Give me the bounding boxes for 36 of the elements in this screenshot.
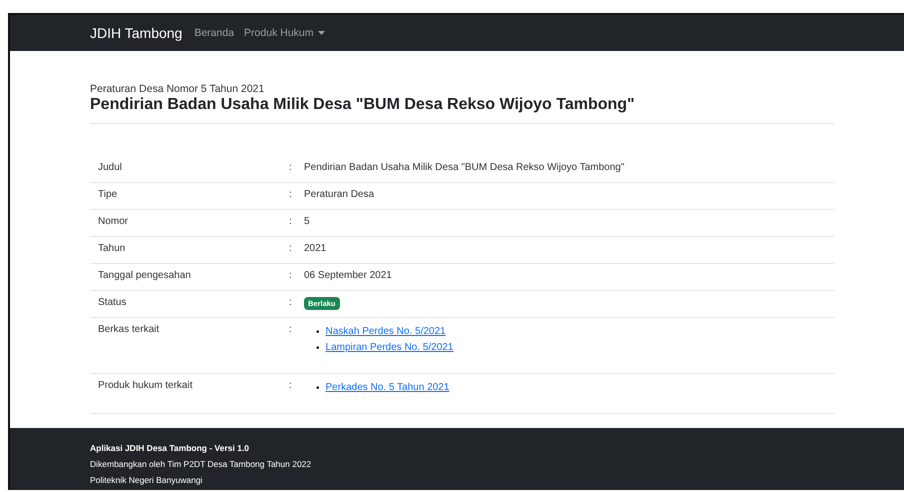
- field-label: Tanggal pengesahan: [98, 270, 192, 281]
- caret-icon: [318, 31, 324, 35]
- field-label: Judul: [98, 162, 123, 173]
- separator: :: [289, 216, 293, 227]
- footer-text: Politeknik Negeri Banyuwangi: [90, 474, 204, 487]
- field-label: Produk hukum terkait: [98, 380, 194, 391]
- document-link[interactable]: Naskah Perdes No. 5/2021: [326, 324, 446, 340]
- document-subtitle: Peraturan Desa Nomor 5 Tahun 2021: [90, 83, 266, 95]
- field-label: Status: [98, 297, 128, 308]
- separator: :: [289, 380, 293, 391]
- separator: :: [289, 270, 293, 281]
- brand-link[interactable]: JDIH Tambong: [90, 25, 182, 41]
- field-value: Peraturan Desa: [304, 189, 376, 200]
- separator: :: [289, 162, 293, 173]
- bullet: •: [316, 326, 320, 338]
- nav-link[interactable]: Beranda: [194, 27, 234, 39]
- footer-text: Dikembangkan oleh Tim P2DT Desa Tambong Tahun 2022: [90, 458, 312, 471]
- field-value: 5: [304, 216, 311, 227]
- field-label: Nomor: [98, 216, 130, 227]
- separator: :: [289, 243, 293, 254]
- separator: :: [289, 189, 293, 200]
- separator: :: [289, 297, 293, 308]
- field-value: Pendirian Badan Usaha Milik Desa "BUM Desa Rekso Wijoyo Tambong": [304, 162, 626, 173]
- document-link[interactable]: Perkades No. 5 Tahun 2021: [326, 380, 450, 396]
- bullet: •: [316, 342, 320, 354]
- bullet: •: [316, 382, 320, 394]
- document-link[interactable]: Lampiran Perdes No. 5/2021: [326, 340, 454, 356]
- field-label: Tipe: [98, 189, 118, 200]
- field-label: Tahun: [98, 243, 126, 254]
- nav-link[interactable]: Produk Hukum: [244, 27, 324, 39]
- field-value: 2021: [304, 243, 328, 254]
- field-value: 06 September 2021: [304, 270, 393, 281]
- footer-title: Aplikasi JDIH Desa Tambong - Versi 1.0: [90, 442, 250, 455]
- separator: :: [289, 324, 293, 335]
- field-label: Berkas terkait: [98, 324, 160, 335]
- document-title: Pendirian Badan Usaha Milik Desa "BUM Desa Rekso Wijoyo Tambong": [90, 96, 834, 124]
